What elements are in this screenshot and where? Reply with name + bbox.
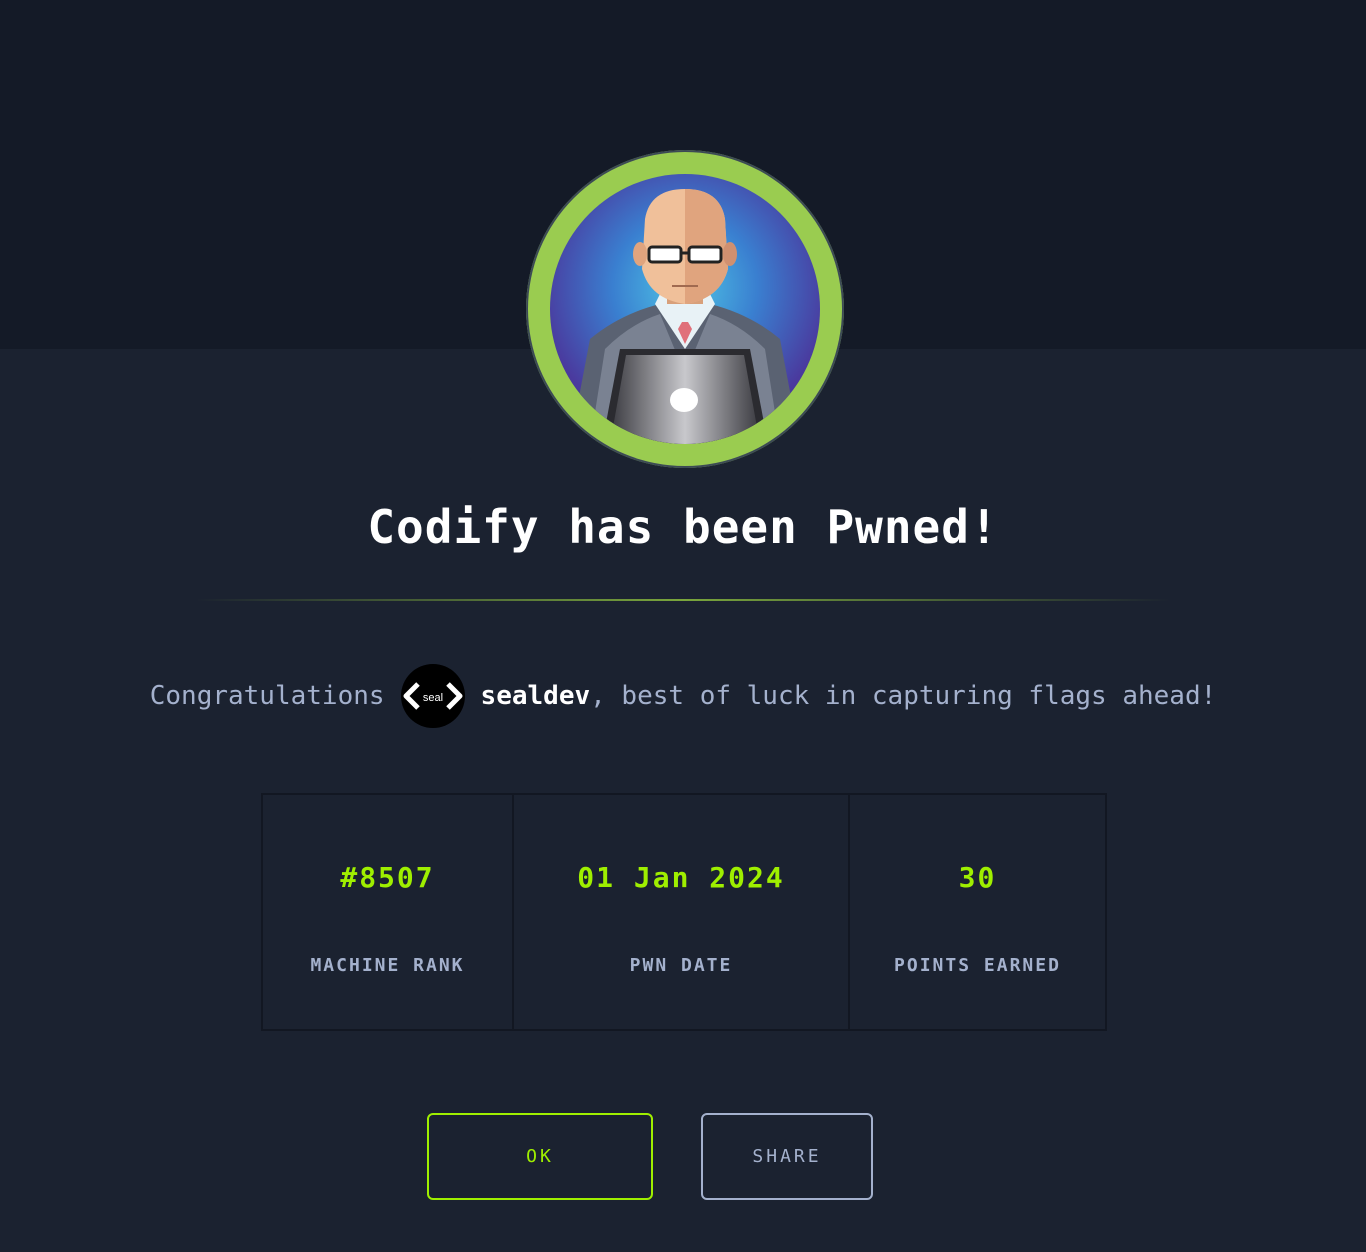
stat-machine-rank: #8507 MACHINE RANK xyxy=(263,795,512,1029)
stat-label: POINTS EARNED xyxy=(894,955,1061,976)
congrats-suffix: , best of luck in capturing flags ahead! xyxy=(590,681,1217,711)
title-divider xyxy=(196,599,1170,601)
username[interactable]: sealdev xyxy=(481,681,591,711)
page-title: Codify has been Pwned! xyxy=(367,500,999,554)
stat-points-earned: 30 POINTS EARNED xyxy=(848,795,1105,1029)
stat-pwn-date: 01 Jan 2024 PWN DATE xyxy=(512,795,848,1029)
share-button[interactable]: SHARE xyxy=(701,1113,873,1200)
machine-avatar xyxy=(526,150,844,468)
machine-avatar-icon xyxy=(550,174,820,444)
congrats-prefix: Congratulations xyxy=(149,681,385,711)
stat-value: 30 xyxy=(958,861,997,894)
seal-logo-icon: seal xyxy=(403,682,463,710)
user-avatar: seal xyxy=(400,664,465,728)
stat-value: 01 Jan 2024 xyxy=(577,861,785,894)
pwned-modal-page: Codify has been Pwned! Congratulations s… xyxy=(0,0,1366,1252)
stat-label: PWN DATE xyxy=(629,955,733,976)
congrats-message: Congratulations seal sealdev , best of l… xyxy=(0,664,1366,728)
svg-text:seal: seal xyxy=(422,692,442,704)
stat-value: #8507 xyxy=(340,861,435,894)
ok-button[interactable]: OK xyxy=(427,1113,653,1200)
stats-panel: #8507 MACHINE RANK 01 Jan 2024 PWN DATE … xyxy=(261,793,1107,1031)
stat-label: MACHINE RANK xyxy=(310,955,465,976)
